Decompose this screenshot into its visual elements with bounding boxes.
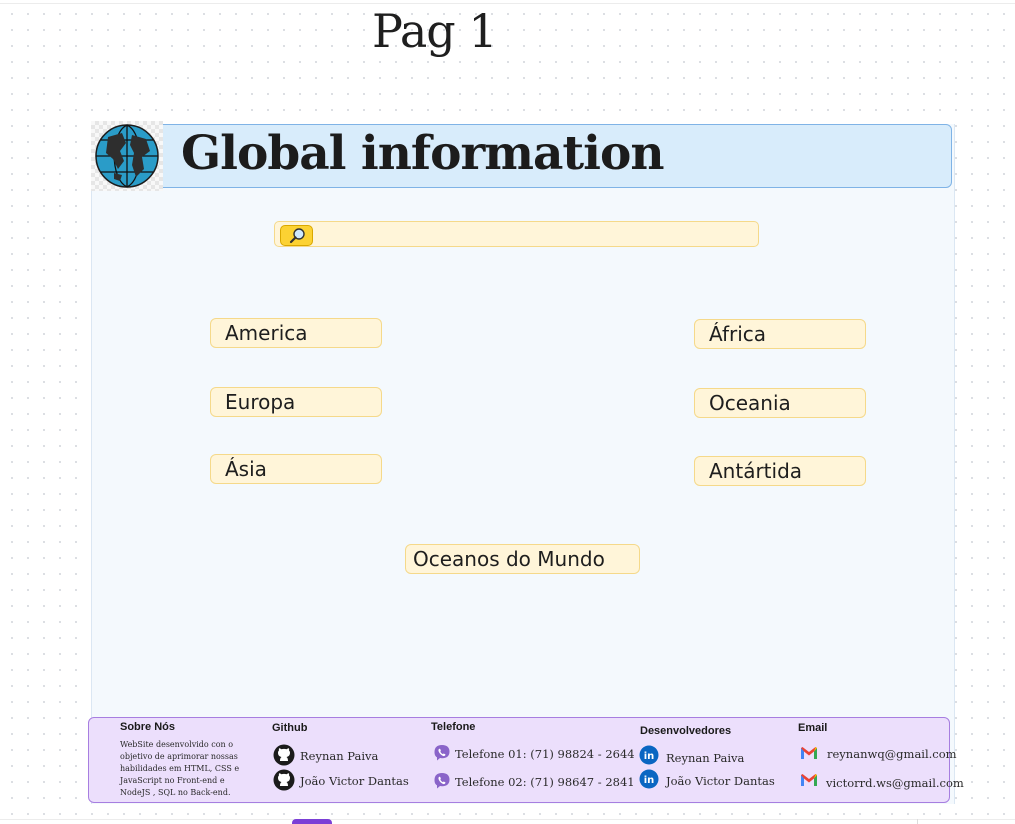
continent-button-antartida[interactable]: Antártida xyxy=(694,456,866,486)
developer-link-joao[interactable]: João Victor Dantas xyxy=(666,774,775,788)
continent-button-asia[interactable]: Ásia xyxy=(210,454,382,484)
bottom-tick xyxy=(917,819,918,824)
developers-heading: Desenvolvedores xyxy=(640,725,732,737)
email-heading: Email xyxy=(798,722,828,734)
continent-button-europa[interactable]: Europa xyxy=(210,387,382,417)
phone-number-2: Telefone 02: (71) 98647 - 2841 xyxy=(455,775,635,789)
continent-button-africa[interactable]: África xyxy=(694,319,866,349)
github-heading: Github xyxy=(272,722,308,734)
phone-number-1: Telefone 01: (71) 98824 - 2644 xyxy=(455,747,635,761)
continent-button-america[interactable]: America xyxy=(210,318,382,348)
viber-icon xyxy=(434,745,450,761)
page-indicator xyxy=(292,819,332,824)
oceans-button[interactable]: Oceanos do Mundo xyxy=(405,544,640,574)
phone-heading: Telefone xyxy=(431,721,476,733)
top-divider xyxy=(0,3,1015,4)
developer-link-reynan[interactable]: Reynan Paiva xyxy=(666,751,744,765)
about-text: WebSite desenvolvido con o objetivo de a… xyxy=(120,740,240,797)
page-title: Pag 1 xyxy=(372,4,498,58)
linkedin-icon: in xyxy=(639,745,659,765)
about-heading: Sobre Nós xyxy=(120,721,176,733)
app-title: Global information xyxy=(181,126,664,181)
gmail-icon xyxy=(801,747,817,759)
github-icon xyxy=(273,769,295,791)
search-input[interactable] xyxy=(315,224,754,246)
search-bar xyxy=(274,221,759,247)
gmail-icon xyxy=(801,774,817,786)
svg-text:in: in xyxy=(644,775,655,786)
continent-button-oceania[interactable]: Oceania xyxy=(694,388,866,418)
linkedin-icon: in xyxy=(639,769,659,789)
email-link-reynan[interactable]: reynanwq@gmail.com xyxy=(827,747,957,761)
globe-icon xyxy=(91,121,163,191)
bottom-divider xyxy=(0,819,1015,820)
github-link-reynan[interactable]: Reynan Paiva xyxy=(300,749,378,763)
email-link-victor[interactable]: victorrd.ws@gmail.com xyxy=(826,776,964,790)
github-link-joao[interactable]: João Victor Dantas xyxy=(300,774,409,788)
github-icon xyxy=(273,744,295,766)
search-button[interactable] xyxy=(280,225,313,246)
svg-text:in: in xyxy=(644,751,655,762)
viber-icon xyxy=(434,773,450,789)
magnifier-icon xyxy=(289,228,305,244)
